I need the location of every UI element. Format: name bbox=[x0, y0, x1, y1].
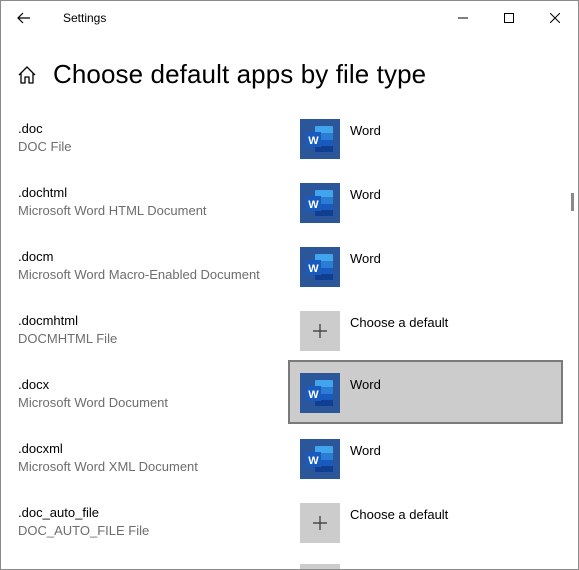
word-icon: W bbox=[300, 183, 340, 223]
word-icon: W bbox=[300, 373, 340, 413]
file-type-description: Microsoft Word Macro-Enabled Document bbox=[18, 267, 260, 282]
file-type-row: .doc DOC File W Word bbox=[1, 107, 571, 171]
close-button[interactable] bbox=[532, 1, 578, 35]
default-app-button[interactable]: W Word bbox=[288, 431, 563, 495]
svg-text:W: W bbox=[308, 455, 319, 467]
default-app-name: Word bbox=[350, 443, 381, 458]
settings-window: Settings Choose default apps by file typ… bbox=[0, 0, 579, 570]
svg-text:W: W bbox=[308, 263, 319, 275]
file-type-row: .doc_auto_file DOC_AUTO_FILE File Choose … bbox=[1, 491, 571, 555]
page-title: Choose default apps by file type bbox=[53, 59, 427, 89]
default-app-button[interactable]: W Word bbox=[288, 111, 563, 175]
file-type-row: .dochtml Microsoft Word HTML Document W W… bbox=[1, 171, 571, 235]
close-icon bbox=[550, 13, 560, 23]
svg-text:W: W bbox=[308, 389, 319, 401]
partial-row-icon bbox=[300, 564, 340, 569]
file-extension: .doc_auto_file bbox=[18, 505, 99, 520]
file-type-list: .doc DOC File W Word .dochtml Microsoft Wor… bbox=[1, 107, 571, 555]
file-type-description: Microsoft Word XML Document bbox=[18, 459, 198, 474]
file-extension: .dochtml bbox=[18, 185, 68, 200]
file-type-row: .docx Microsoft Word Document W Word bbox=[1, 360, 571, 427]
file-type-description: DOCMHTML File bbox=[18, 331, 118, 346]
word-icon: W bbox=[300, 247, 340, 287]
default-app-button[interactable]: W Word bbox=[288, 175, 563, 239]
plus-icon bbox=[300, 311, 340, 351]
maximize-icon bbox=[504, 13, 514, 23]
page-header: Choose default apps by file type bbox=[17, 59, 426, 90]
word-icon: W bbox=[300, 119, 340, 159]
choose-default-button[interactable]: Choose a default bbox=[288, 303, 563, 367]
file-extension: .doc bbox=[18, 121, 43, 136]
file-type-row: .docm Microsoft Word Macro-Enabled Docume… bbox=[1, 235, 571, 299]
file-type-row: .docmhtml DOCMHTML File Choose a default bbox=[1, 299, 571, 363]
back-button[interactable] bbox=[1, 1, 47, 35]
word-icon: W bbox=[300, 439, 340, 479]
plus-icon bbox=[300, 503, 340, 543]
default-app-name: Choose a default bbox=[350, 507, 449, 522]
svg-text:W: W bbox=[308, 135, 319, 147]
minimize-icon bbox=[458, 17, 468, 19]
file-type-description: DOC File bbox=[18, 139, 72, 154]
minimize-button[interactable] bbox=[440, 1, 486, 35]
window-controls bbox=[440, 1, 578, 35]
file-type-row: .docxml Microsoft Word XML Document W Wor… bbox=[1, 427, 571, 491]
file-type-description: DOC_AUTO_FILE File bbox=[18, 523, 150, 538]
back-arrow-icon bbox=[17, 12, 30, 24]
file-extension: .docmhtml bbox=[18, 313, 78, 328]
file-extension: .docm bbox=[18, 249, 54, 264]
home-icon[interactable] bbox=[17, 64, 39, 86]
title-bar: Settings bbox=[1, 1, 578, 35]
default-app-name: Word bbox=[350, 187, 381, 202]
default-app-name: Choose a default bbox=[350, 315, 449, 330]
file-extension: .docx bbox=[18, 377, 50, 392]
scrollbar-thumb[interactable] bbox=[571, 193, 574, 211]
svg-text:W: W bbox=[308, 199, 319, 211]
default-app-name: Word bbox=[350, 251, 381, 266]
choose-default-button[interactable]: Choose a default bbox=[288, 495, 563, 559]
file-extension: .docxml bbox=[18, 441, 63, 456]
default-app-button[interactable]: W Word bbox=[288, 360, 563, 424]
default-app-name: Word bbox=[350, 377, 381, 392]
default-app-name: Word bbox=[350, 123, 381, 138]
default-app-button[interactable]: W Word bbox=[288, 239, 563, 303]
file-type-description: Microsoft Word Document bbox=[18, 395, 169, 410]
file-type-description: Microsoft Word HTML Document bbox=[18, 203, 207, 218]
window-title: Settings bbox=[63, 11, 107, 25]
maximize-button[interactable] bbox=[486, 1, 532, 35]
